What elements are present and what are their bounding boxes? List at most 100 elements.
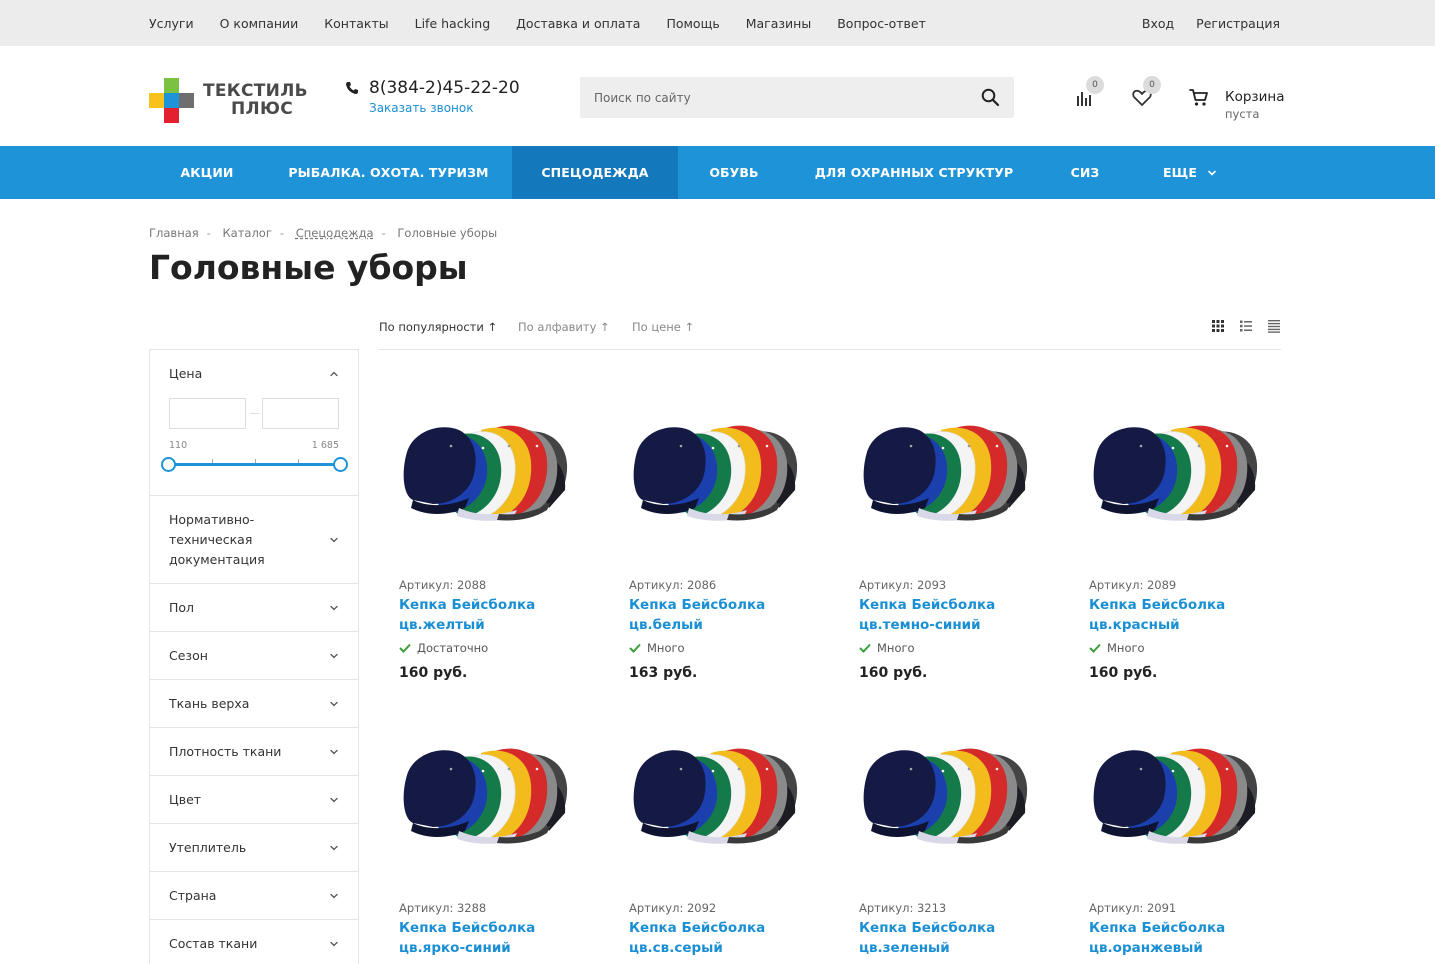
product-card[interactable]: Артикул: 2093 Кепка Бейсболка цв.темно-с…: [859, 412, 1059, 692]
top-link-help[interactable]: Помощь: [666, 16, 719, 31]
chevron-down-icon: [330, 845, 338, 851]
top-link-delivery[interactable]: Доставка и оплата: [516, 16, 640, 31]
top-link-services[interactable]: Услуги: [149, 16, 194, 31]
menu-item-more[interactable]: ЕЩЕ: [1132, 146, 1248, 199]
filter-insulation-title: Утеплитель: [169, 840, 247, 855]
product-article: Артикул: 2089: [1089, 578, 1177, 592]
price-max-label: 1 685: [311, 440, 339, 451]
product-image[interactable]: [399, 412, 571, 522]
sort-price-label: По цене: [632, 320, 681, 334]
callback-link[interactable]: Заказать звонок: [369, 101, 474, 115]
table-view-icon[interactable]: [1267, 319, 1281, 333]
product-image[interactable]: [1089, 735, 1261, 845]
product-image[interactable]: [399, 735, 571, 845]
logo-mark-icon: [149, 78, 195, 124]
sort-bar: По популярности ↑ По алфавиту ↑ По цене …: [379, 318, 1281, 350]
filter-group[interactable]: Ткань верха: [150, 680, 358, 728]
product-card[interactable]: Артикул: 2088 Кепка Бейсболка цв.желтый …: [399, 412, 599, 692]
filter-group[interactable]: Утеплитель: [150, 824, 358, 872]
filter-group[interactable]: Пол: [150, 584, 358, 632]
product-name-link[interactable]: Кепка Бейсболка цв.ярко-синий: [399, 918, 579, 958]
menu-more-label: ЕЩЕ: [1163, 165, 1197, 180]
cart-title: Корзина: [1225, 89, 1285, 105]
top-nav: Услуги О компании Контакты Life hacking …: [149, 0, 952, 46]
cart-summary[interactable]: Корзина пуста: [1225, 89, 1284, 121]
top-link-life-hacking[interactable]: Life hacking: [415, 16, 491, 31]
chevron-down-icon: [330, 653, 338, 659]
product-image[interactable]: [1089, 412, 1261, 522]
list-view-icon[interactable]: [1239, 319, 1253, 333]
breadcrumb-catalog[interactable]: Каталог: [223, 226, 272, 240]
breadcrumb-workwear[interactable]: Спецодежда: [296, 226, 374, 240]
search-input[interactable]: [580, 77, 970, 118]
product-name-link[interactable]: Кепка Бейсболка цв.зеленый: [859, 918, 1039, 958]
check-icon: [859, 643, 871, 653]
product-name-link[interactable]: Кепка Бейсболка цв.темно-синий: [859, 595, 1039, 635]
price-slider-track: [169, 463, 340, 466]
filter-group[interactable]: Состав ткани: [150, 920, 358, 964]
menu-item-footwear[interactable]: ОБУВЬ: [678, 146, 790, 199]
phone-icon: [346, 82, 358, 94]
product-card[interactable]: Артикул: 2091 Кепка Бейсболка цв.оранжев…: [1089, 735, 1289, 964]
chevron-up-icon[interactable]: [329, 369, 339, 379]
search-icon[interactable]: [981, 88, 1000, 107]
top-link-faq[interactable]: Вопрос-ответ: [837, 16, 926, 31]
product-image[interactable]: [629, 735, 801, 845]
phone-number[interactable]: 8(384-2)45-22-20: [369, 78, 520, 98]
compare-count-badge: 0: [1086, 76, 1104, 94]
menu-item-promotions[interactable]: АКЦИИ: [149, 146, 265, 199]
product-name-link[interactable]: Кепка Бейсболка цв.желтый: [399, 595, 579, 635]
top-link-stores[interactable]: Магазины: [746, 16, 812, 31]
filter-group[interactable]: Нормативно-техническая документация: [150, 496, 358, 584]
filter-group[interactable]: Страна: [150, 872, 358, 920]
product-stock: Много: [859, 641, 915, 655]
product-name-link[interactable]: Кепка Бейсболка цв.красный: [1089, 595, 1269, 635]
product-name-link[interactable]: Кепка Бейсболка цв.белый: [629, 595, 809, 635]
breadcrumb-current: Головные уборы: [397, 226, 498, 240]
product-card[interactable]: Артикул: 2086 Кепка Бейсболка цв.белый М…: [629, 412, 829, 692]
product-image[interactable]: [859, 735, 1031, 845]
price-to-input[interactable]: [262, 398, 339, 429]
sort-by-popularity[interactable]: По популярности ↑: [379, 320, 497, 334]
logo-line-1: ТЕКСТИЛЬ: [203, 81, 308, 101]
breadcrumb-home[interactable]: Главная: [149, 226, 199, 240]
chevron-down-icon: [330, 605, 338, 611]
menu-item-workwear[interactable]: СПЕЦОДЕЖДА: [512, 146, 678, 199]
range-dash: —: [250, 408, 260, 419]
product-card[interactable]: Артикул: 2089 Кепка Бейсболка цв.красный…: [1089, 412, 1289, 692]
filter-fabric-title: Ткань верха: [169, 696, 250, 711]
site-logo[interactable]: ТЕКСТИЛЬ ПЛЮС: [149, 78, 308, 124]
price-from-input[interactable]: [169, 398, 246, 429]
filter-group[interactable]: Плотность ткани: [150, 728, 358, 776]
menu-item-security[interactable]: ДЛЯ ОХРАННЫХ СТРУКТУР: [790, 146, 1038, 199]
sort-by-price[interactable]: По цене ↑: [632, 320, 694, 334]
sort-by-alphabet[interactable]: По алфавиту ↑: [518, 320, 610, 334]
filter-group[interactable]: Цвет: [150, 776, 358, 824]
product-image[interactable]: [859, 412, 1031, 522]
filter-color-title: Цвет: [169, 792, 202, 807]
product-card[interactable]: Артикул: 3213 Кепка Бейсболка цв.зеленый: [859, 735, 1059, 964]
product-card[interactable]: Артикул: 3288 Кепка Бейсболка цв.ярко-си…: [399, 735, 599, 964]
login-link[interactable]: Вход: [1142, 16, 1174, 31]
product-stock: Много: [1089, 641, 1145, 655]
filter-group[interactable]: Сезон: [150, 632, 358, 680]
filter-price-title[interactable]: Цена: [169, 364, 202, 384]
product-name-link[interactable]: Кепка Бейсболка цв.оранжевый: [1089, 918, 1269, 958]
top-link-about[interactable]: О компании: [220, 16, 299, 31]
menu-item-fishing-hunting[interactable]: РЫБАЛКА. ОХОТА. ТУРИЗМ: [265, 146, 512, 199]
product-stock-label: Достаточно: [417, 641, 489, 655]
product-card[interactable]: Артикул: 2092 Кепка Бейсболка цв.св.серы…: [629, 735, 829, 964]
price-slider-min-handle[interactable]: [161, 457, 176, 472]
price-min-label: 110: [169, 440, 188, 451]
main-menu: АКЦИИ РЫБАЛКА. ОХОТА. ТУРИЗМ СПЕЦОДЕЖДА …: [0, 146, 1435, 199]
breadcrumb-separator: -: [279, 226, 285, 240]
chevron-down-icon: [330, 893, 338, 899]
register-link[interactable]: Регистрация: [1196, 16, 1280, 31]
grid-view-icon[interactable]: [1211, 319, 1225, 333]
top-link-contacts[interactable]: Контакты: [324, 16, 388, 31]
price-slider-max-handle[interactable]: [333, 457, 348, 472]
product-name-link[interactable]: Кепка Бейсболка цв.св.серый: [629, 918, 809, 958]
cart-icon[interactable]: [1188, 86, 1210, 108]
product-image[interactable]: [629, 412, 801, 522]
menu-item-ppe[interactable]: СИЗ: [1038, 146, 1132, 199]
